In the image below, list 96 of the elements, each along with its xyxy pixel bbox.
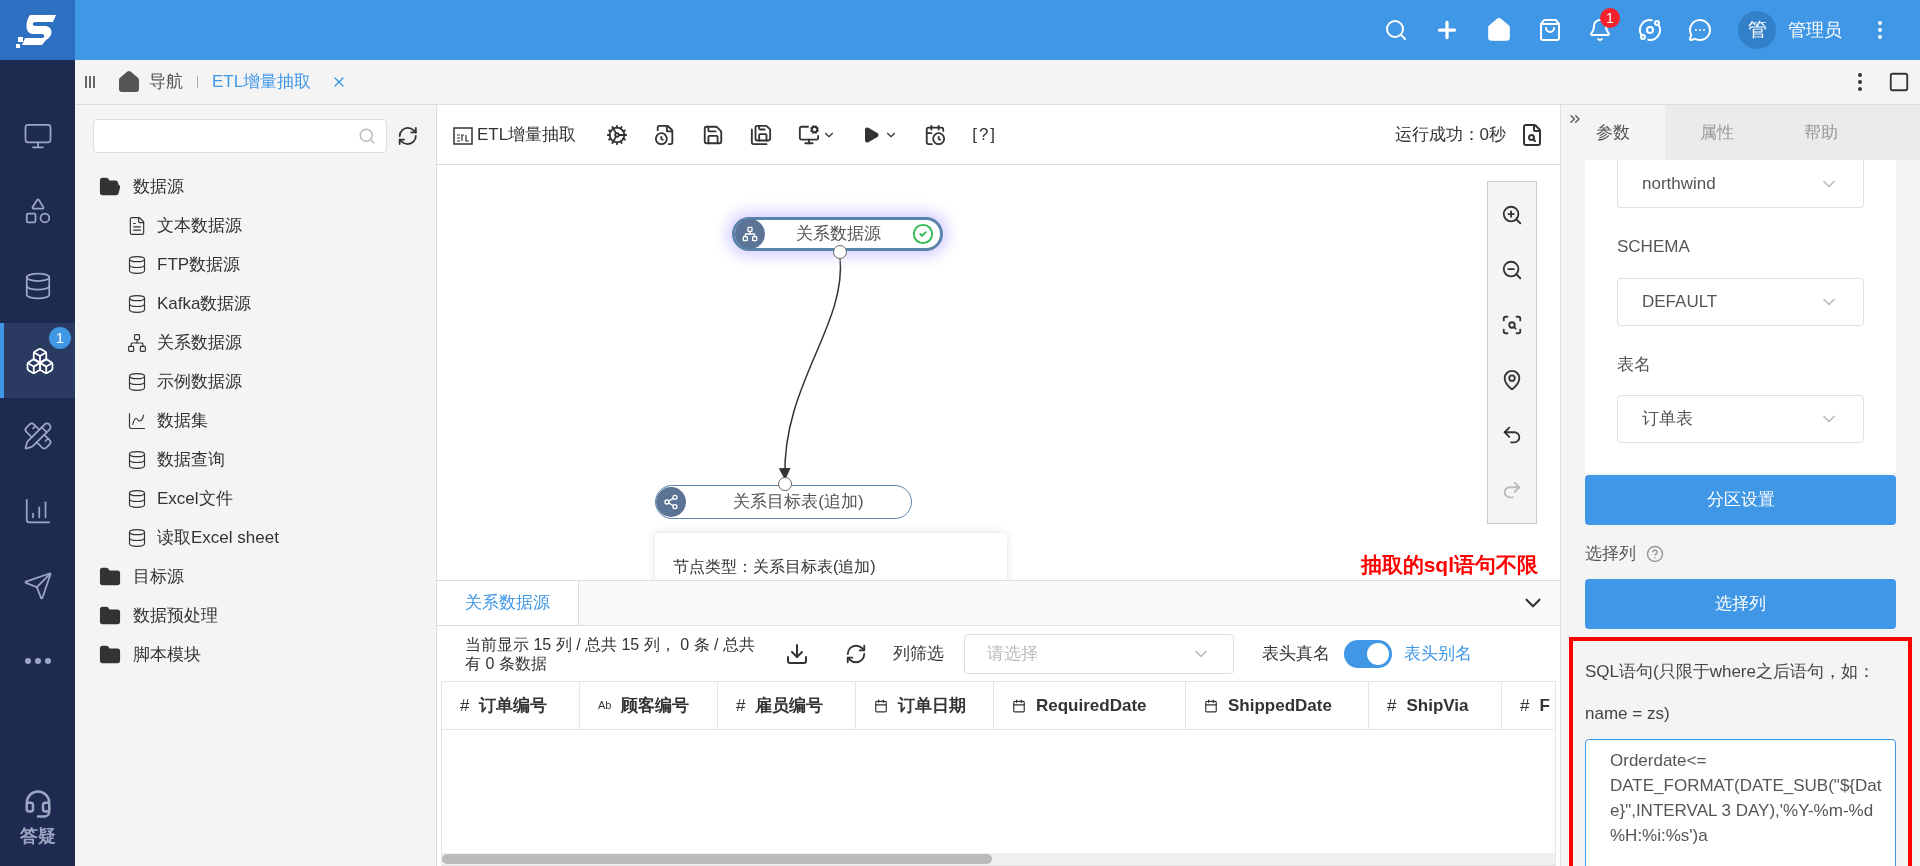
file-icon: [127, 215, 147, 236]
folder-icon: [99, 643, 121, 666]
database-icon: [127, 371, 147, 392]
calendar-icon: [1204, 698, 1218, 713]
tree-item[interactable]: 关系数据源: [99, 323, 436, 362]
tree-item[interactable]: 数据集: [99, 401, 436, 440]
connection-port[interactable]: [778, 477, 792, 491]
toolbar-title: ETL增量抽取: [477, 123, 577, 146]
help-icon[interactable]: [1646, 544, 1664, 563]
field-label: SCHEMA: [1617, 236, 1691, 258]
home-icon[interactable]: [117, 70, 141, 94]
log-icon[interactable]: [1520, 122, 1544, 147]
download-icon[interactable]: [785, 641, 809, 666]
zoom-out-icon[interactable]: [1501, 259, 1523, 282]
monitor-gear-icon[interactable]: [798, 123, 821, 146]
column-header[interactable]: # ShipVia: [1369, 682, 1502, 729]
column-header[interactable]: # 雇员编号: [718, 682, 856, 729]
tree-item[interactable]: Kafka数据源: [99, 284, 436, 323]
database-icon: [127, 488, 147, 509]
calendar-icon: [874, 698, 888, 713]
column-header[interactable]: Ab 顾客编号: [580, 682, 718, 729]
refresh-icon[interactable]: [845, 642, 867, 665]
tree-item[interactable]: 数据查询: [99, 440, 436, 479]
user-avatar[interactable]: 管: [1738, 11, 1776, 49]
search-field[interactable]: [93, 119, 387, 153]
panel-tab[interactable]: 参数: [1561, 105, 1665, 160]
summary-text: 当前显示 15 列 / 总共 15 列， 0 条 / 总共有 0 条数据: [465, 634, 756, 673]
real-name-label: 表头真名: [1262, 642, 1330, 665]
send-icon: [22, 570, 53, 601]
maximize-icon[interactable]: [1888, 71, 1910, 93]
search-icon: [357, 127, 376, 145]
select-field[interactable]: 订单表: [1617, 395, 1864, 443]
ruler-icon: [22, 420, 53, 451]
flow-node[interactable]: 关系数据源: [732, 217, 943, 251]
tree-item[interactable]: 文本数据源: [99, 206, 436, 245]
fit-view-icon[interactable]: [1501, 314, 1523, 337]
home-icon[interactable]: [1486, 17, 1512, 43]
filter-label: 列筛选: [893, 642, 944, 665]
tree-item[interactable]: FTP数据源: [99, 245, 436, 284]
network-icon: [127, 332, 147, 353]
tree-item[interactable]: 示例数据源: [99, 362, 436, 401]
annotation-text: 抽取的sql语句不限: [1360, 552, 1538, 578]
connection-port[interactable]: [833, 245, 847, 259]
menu-icon[interactable]: [85, 76, 95, 88]
nodes-icon: [663, 494, 679, 510]
hub-icon[interactable]: [1638, 18, 1662, 42]
schedule-icon[interactable]: [924, 123, 947, 146]
bag-icon[interactable]: [1538, 18, 1562, 42]
more-icon: [24, 657, 51, 664]
tree-item[interactable]: Excel文件: [99, 479, 436, 518]
folder-icon: [99, 175, 121, 198]
field-label: 表名: [1617, 353, 1652, 376]
zoom-in-icon[interactable]: [1501, 204, 1523, 227]
sql-input[interactable]: Orderdate<= DATE_FORMAT(DATE_SUB("${Date}",INTERVAL 3 DAY),'%Y-%m-%d %H:%i:%s')a: [1585, 738, 1896, 866]
chat-icon[interactable]: [1688, 18, 1712, 42]
count-badge: 1: [49, 327, 71, 349]
refresh-icon[interactable]: [396, 125, 418, 147]
select-field[interactable]: northwind: [1617, 160, 1864, 208]
help-label[interactable]: 答疑: [19, 823, 56, 850]
etl-icon: [453, 124, 473, 145]
sql-label: SQL语句(只限于where之后语句，如：name = zs): [1585, 660, 1876, 725]
database-icon: [127, 254, 147, 275]
database-icon: [127, 449, 147, 470]
field-label: 选择列: [1585, 543, 1636, 565]
save-icon[interactable]: [702, 123, 725, 146]
help-link[interactable]: [?]: [972, 121, 998, 148]
database-icon: [127, 293, 147, 314]
tree-folder[interactable]: 脚本模块: [99, 635, 436, 674]
tree-folder[interactable]: 数据源: [99, 167, 436, 206]
header-toggle[interactable]: [1344, 639, 1392, 668]
folder-icon: [99, 565, 121, 588]
settings-icon[interactable]: [606, 123, 629, 146]
database-icon: [127, 527, 147, 548]
locate-icon[interactable]: [1501, 368, 1523, 391]
calendar-icon: [1012, 698, 1026, 713]
notification-badge: 1: [1600, 8, 1620, 28]
save-as-icon[interactable]: [750, 123, 773, 146]
dataset-icon: [127, 410, 147, 431]
run-status: 运行成功：0秒: [1394, 123, 1506, 146]
network-icon: [742, 226, 758, 242]
folder-icon: [99, 604, 121, 627]
column-header[interactable]: # 订单编号: [442, 682, 580, 729]
tree-folder[interactable]: 数据预处理: [99, 596, 436, 635]
select-field[interactable]: DEFAULT: [1617, 277, 1864, 326]
tree-folder[interactable]: 目标源: [99, 557, 436, 596]
column-header[interactable]: 订单日期: [856, 682, 994, 729]
cubes-icon: [24, 345, 55, 376]
search-icon[interactable]: [1384, 18, 1408, 42]
play-icon[interactable]: [862, 125, 881, 144]
tooltip-text: 节点类型：关系目标表(追加): [673, 558, 876, 575]
scrollbar-thumb[interactable]: [442, 854, 992, 864]
home-tab[interactable]: 导航: [149, 69, 183, 95]
column-header[interactable]: RequiredDate: [994, 682, 1186, 729]
column-header[interactable]: ShippedDate: [1186, 682, 1369, 729]
tree-item[interactable]: 读取Excel sheet: [99, 518, 436, 557]
flow-node[interactable]: 关系目标表(追加): [655, 485, 912, 519]
